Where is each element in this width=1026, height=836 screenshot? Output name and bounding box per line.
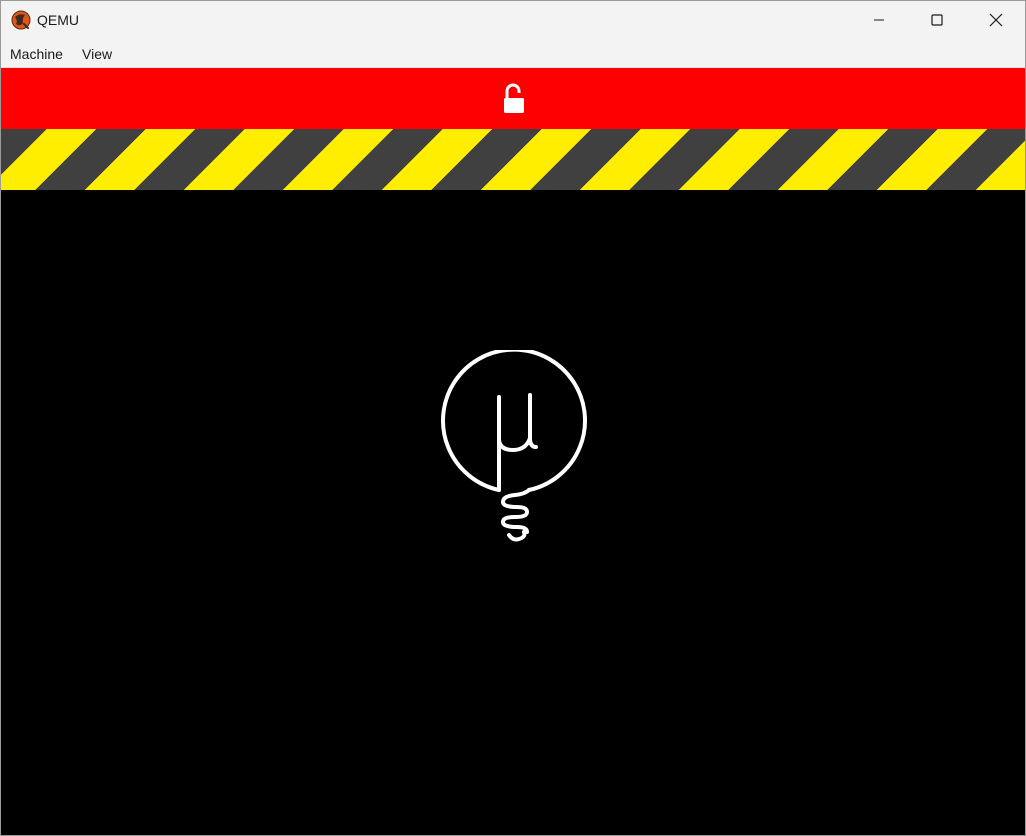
close-button[interactable]: [967, 1, 1025, 39]
hazard-stripes: [1, 129, 1025, 190]
menu-view[interactable]: View: [82, 46, 112, 62]
title-bar[interactable]: QEMU: [1, 1, 1025, 39]
vm-display[interactable]: [1, 190, 1025, 835]
unlock-banner: [1, 68, 1025, 129]
unlocked-padlock-icon: [504, 83, 524, 113]
qemu-window: QEMU Machine View: [0, 0, 1026, 836]
window-title: QEMU: [37, 12, 79, 28]
menu-bar: Machine View: [1, 39, 1025, 68]
lightbulb-mu-logo-icon: [441, 350, 587, 542]
minimize-button[interactable]: [850, 1, 908, 39]
close-icon: [989, 13, 1003, 27]
qemu-app-icon: [11, 10, 31, 30]
maximize-button[interactable]: [908, 1, 966, 39]
maximize-icon: [931, 14, 943, 26]
minimize-icon: [874, 19, 884, 21]
menu-machine[interactable]: Machine: [10, 46, 63, 62]
